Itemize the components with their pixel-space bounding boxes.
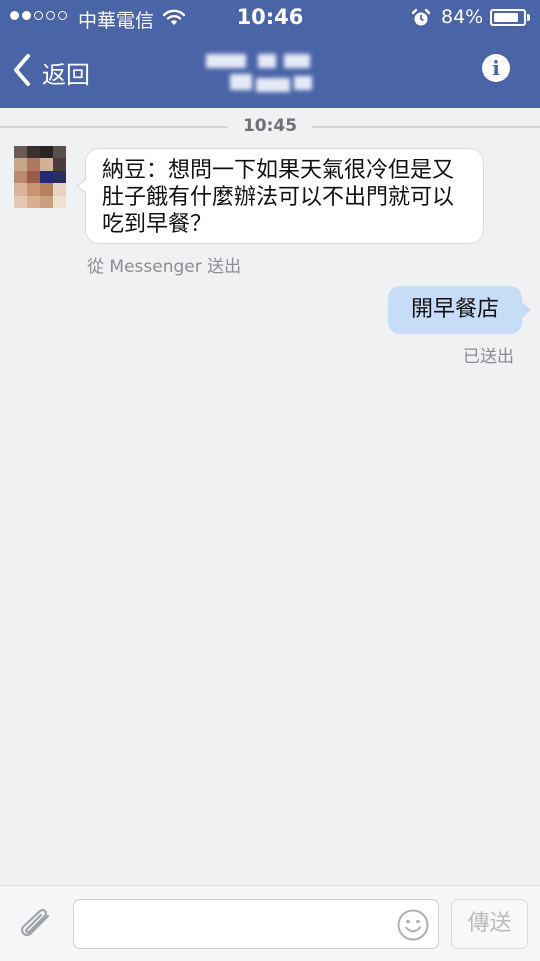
avatar-pixel <box>14 183 27 196</box>
battery-nub <box>527 14 530 21</box>
smiley-icon[interactable] <box>396 908 430 946</box>
avatar-pixel <box>27 146 40 159</box>
avatar-pixel <box>53 195 66 208</box>
alarm-clock-icon <box>411 8 431 32</box>
conversation-title-redacted <box>200 48 318 100</box>
avatar-pixel <box>27 183 40 196</box>
battery-icon <box>490 9 526 26</box>
delivery-status: 已送出 <box>463 347 514 367</box>
time-divider-label: 10:45 <box>242 116 298 136</box>
incoming-bubble-tail-fill <box>78 179 87 193</box>
avatar-pixel <box>40 170 53 184</box>
avatar-pixel <box>27 158 40 171</box>
avatar-pixel <box>14 158 27 171</box>
avatar-pixel <box>40 146 53 159</box>
info-icon[interactable]: i <box>482 54 510 82</box>
avatar-pixel <box>53 158 66 171</box>
composer-bar: 傳送 <box>0 885 540 961</box>
avatar-pixel <box>53 170 66 184</box>
avatar-pixel <box>53 183 66 196</box>
back-label: 返回 <box>42 60 90 89</box>
outgoing-bubble-tail <box>522 302 531 318</box>
avatar-pixel <box>14 195 27 208</box>
header: 中華電信 10:46 84% 返回 i <box>0 0 540 108</box>
message-input[interactable] <box>73 899 439 949</box>
send-button[interactable]: 傳送 <box>451 899 528 949</box>
status-bar: 中華電信 10:46 84% <box>0 0 540 36</box>
back-button[interactable]: 返回 <box>12 50 90 94</box>
avatar-pixel <box>14 170 27 184</box>
incoming-message-bubble[interactable]: 納豆：想問一下如果天氣很冷但是又肚子餓有什麼辦法可以不出門就可以吃到早餐？ <box>85 148 484 244</box>
avatar-pixel <box>40 183 53 196</box>
outgoing-message-bubble[interactable]: 開早餐店 <box>388 286 522 334</box>
battery-fill <box>494 13 518 22</box>
sent-via-label: 從 Messenger 送出 <box>87 257 242 277</box>
avatar-pixel <box>40 195 53 208</box>
time-divider: 10:45 <box>0 116 540 136</box>
avatar-pixel <box>27 170 40 184</box>
avatar-pixel <box>14 146 27 159</box>
nav-bar: 返回 i <box>0 36 540 108</box>
avatar[interactable] <box>14 146 66 208</box>
avatar-pixel <box>53 146 66 159</box>
avatar-pixel <box>40 158 53 171</box>
avatar-pixel <box>27 195 40 208</box>
paperclip-icon[interactable] <box>18 908 56 946</box>
chevron-left-icon <box>12 53 32 91</box>
battery-percent: 84% <box>441 6 484 28</box>
